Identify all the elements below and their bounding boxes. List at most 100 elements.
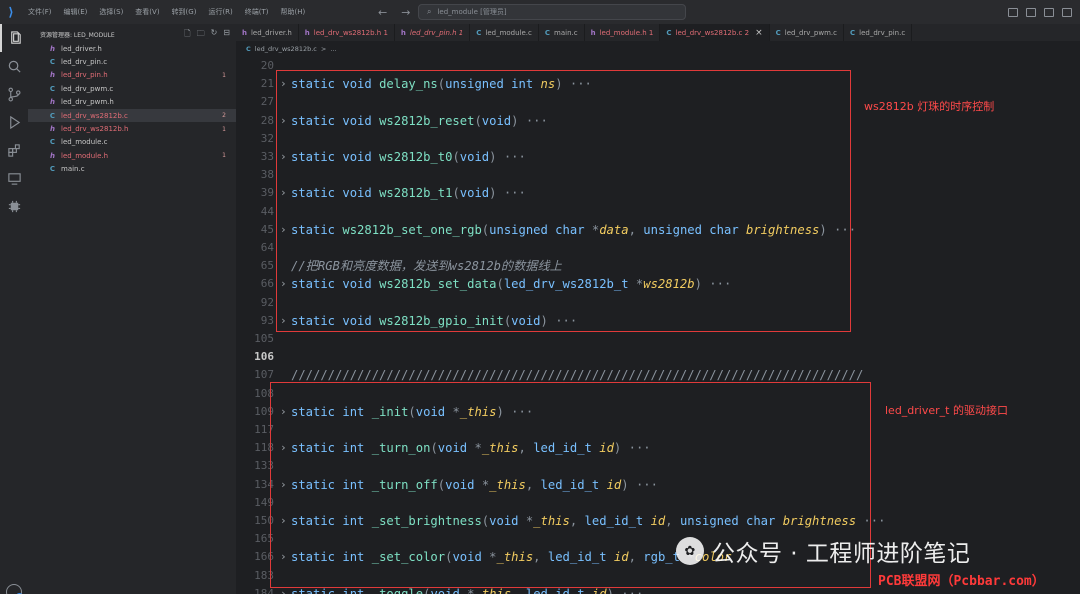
command-center-search[interactable]: ⌕ led_module [管理员] <box>418 4 686 20</box>
c-file-icon: C <box>775 28 781 37</box>
toggle-sidebar-icon[interactable] <box>1008 7 1018 17</box>
editor-tab[interactable]: Cmain.c <box>539 24 585 41</box>
file-item[interactable]: h led_module.h 1 <box>28 149 236 162</box>
h-file-icon: h <box>50 71 55 80</box>
h-file-icon: h <box>50 125 55 134</box>
file-tree: h led_driver.h Cled_drv_pin.c h led_drv_pin.… <box>28 42 236 176</box>
breadcrumb: C led_drv_ws2812b.c > ... <box>246 43 337 55</box>
editor-tab[interactable]: h led_driver.h <box>236 24 299 41</box>
annotation-note-timing: ws2812b 灯珠的时序控制 <box>864 100 995 113</box>
editor-tab[interactable]: h led_drv_pin.h 1 <box>395 24 471 41</box>
editor-tab[interactable]: h led_module.h 1 <box>585 24 661 41</box>
h-file-icon: h <box>50 98 55 107</box>
extensions-icon[interactable] <box>0 136 28 164</box>
c-file-icon: C <box>49 58 56 67</box>
editor-tab[interactable]: Cled_drv_pwm.c <box>770 24 844 41</box>
breadcrumb-rest[interactable]: ... <box>330 45 336 53</box>
file-item[interactable]: Cled_drv_ws2812b.c 2 <box>28 108 236 123</box>
line-number: 65 <box>260 259 274 273</box>
line-number: 109 <box>254 404 274 418</box>
line-number: 33 <box>260 150 274 163</box>
customize-layout-icon[interactable] <box>1062 7 1072 17</box>
file-name: led_drv_pwm.c <box>61 84 114 93</box>
editor-tab[interactable]: Cled_module.c <box>470 24 539 41</box>
explorer-header: 资源管理器: LED_MODULE 🗋 🗀 ↻ ⊟ <box>28 26 236 42</box>
file-name: led_drv_pin.c <box>61 58 108 67</box>
line-number: 118 <box>254 441 274 455</box>
editor-tab[interactable]: Cled_drv_pin.c <box>844 24 913 41</box>
new-file-icon[interactable]: 🗋 <box>184 28 190 42</box>
menu-edit[interactable]: 编辑(E) <box>58 0 94 24</box>
tab-label: led_module.c <box>485 28 532 37</box>
menu-terminal[interactable]: 终端(T) <box>239 0 275 24</box>
line-number: 108 <box>254 386 274 400</box>
site-label: PCB联盟网（Pcbbar.com） <box>878 574 1045 589</box>
menu-selection[interactable]: 选择(S) <box>93 0 129 24</box>
line-number: 149 <box>254 495 274 509</box>
source-control-icon[interactable] <box>0 80 28 108</box>
file-name: led_drv_pin.h <box>61 71 108 80</box>
c-file-icon: C <box>849 28 856 37</box>
menu-view[interactable]: 查看(V) <box>129 0 165 24</box>
file-item[interactable]: Cmain.c <box>28 163 236 176</box>
line-number: 66 <box>260 277 274 291</box>
explorer-icon[interactable] <box>0 24 28 52</box>
toggle-panel-icon[interactable] <box>1026 7 1036 17</box>
line-number: 165 <box>254 532 274 546</box>
c-file-icon: C <box>544 28 551 37</box>
menu-run[interactable]: 运行(R) <box>202 0 238 24</box>
tab-label: main.c <box>554 28 578 37</box>
code-line: 105 <box>236 331 1080 347</box>
breadcrumb-file[interactable]: led_drv_ws2812b.c <box>255 45 317 53</box>
tab-label: led_drv_pwm.c <box>784 28 837 37</box>
h-file-icon: h <box>242 28 247 37</box>
file-name: led_module.h <box>61 151 109 160</box>
c-file-icon: C <box>476 28 482 37</box>
line-number: 105 <box>254 332 274 345</box>
line-number: 184 <box>254 586 274 594</box>
menu-file[interactable]: 文件(F) <box>22 0 58 24</box>
file-item[interactable]: h led_drv_pin.h 1 <box>28 69 236 82</box>
wechat-logo-icon: ✿ <box>676 537 704 565</box>
line-number: 64 <box>260 241 274 254</box>
tab-label: led_drv_pin.h 1 <box>409 28 464 37</box>
problem-count-badge: 1 <box>222 71 226 79</box>
line-number: 38 <box>260 168 274 182</box>
breadcrumb-separator: > <box>320 45 327 53</box>
run-debug-icon[interactable] <box>0 108 28 136</box>
collapse-all-icon[interactable]: ⊟ <box>223 28 230 42</box>
editor-tab[interactable]: Cled_drv_ws2812b.c 2 × <box>660 24 770 41</box>
line-number: 27 <box>260 95 274 109</box>
menu-help[interactable]: 帮助(H) <box>275 0 312 24</box>
line-number: 21 <box>260 77 274 91</box>
command-center-text: led_module [管理员] <box>437 8 507 16</box>
h-file-icon: h <box>590 28 596 37</box>
remote-explorer-icon[interactable] <box>0 164 28 192</box>
file-item[interactable]: h led_drv_pwm.h <box>28 96 236 109</box>
new-folder-icon[interactable]: 🗀 <box>197 28 205 42</box>
search-icon[interactable] <box>0 52 28 80</box>
line-number: 93 <box>260 313 274 327</box>
line-number: 166 <box>254 550 274 564</box>
file-item[interactable]: Cled_drv_pwm.c <box>28 82 236 95</box>
toggle-secondary-sidebar-icon[interactable] <box>1044 7 1054 17</box>
file-name: led_module.c <box>61 138 108 147</box>
line-number: 45 <box>260 222 274 236</box>
menu-go[interactable]: 转到(G) <box>166 0 203 24</box>
tab-label: led_drv_ws2812b.c 2 <box>675 28 750 37</box>
menu-bar: 文件(F) 编辑(E) 选择(S) 查看(V) 转到(G) 运行(R) 终端(T… <box>22 0 311 24</box>
line-number: 150 <box>254 514 274 527</box>
editor-tab[interactable]: h led_drv_ws2812b.h 1 <box>299 24 395 41</box>
refresh-icon[interactable]: ↻ <box>211 28 218 42</box>
line-number: 134 <box>254 477 274 491</box>
h-file-icon: h <box>304 28 310 37</box>
chip-extension-icon[interactable] <box>0 192 28 220</box>
file-item[interactable]: h led_drv_ws2812b.h 1 <box>28 122 236 135</box>
back-arrow-icon[interactable]: ← <box>378 6 387 19</box>
file-item[interactable]: Cled_module.c <box>28 136 236 149</box>
close-icon[interactable]: × <box>755 28 763 38</box>
file-item[interactable]: h led_driver.h <box>28 42 236 55</box>
file-item[interactable]: Cled_drv_pin.c <box>28 55 236 68</box>
forward-arrow-icon[interactable]: → <box>401 6 410 19</box>
tab-label: led_driver.h <box>250 28 292 37</box>
